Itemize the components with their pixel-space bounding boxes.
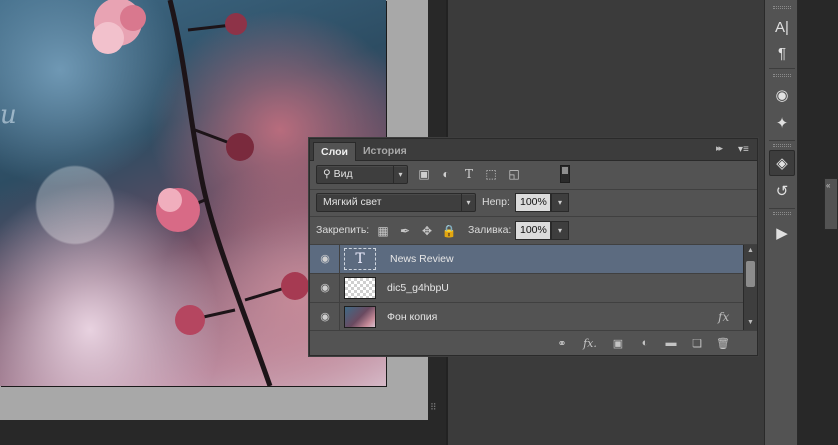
lock-label: Закрепить: [316,224,370,236]
blend-mode-select[interactable]: Мягкий свет ▾ [316,193,476,212]
chevron-down-icon: ▾ [461,194,475,211]
fill-slider-button[interactable]: ▾ [551,221,569,240]
eye-icon[interactable]: ◉ [318,282,332,294]
delete-layer-icon[interactable]: 🗑 [714,335,732,351]
new-layer-icon[interactable]: ❏ [688,335,706,351]
lock-all-icon[interactable]: 🔒 [442,224,457,238]
photo-layer-thumbnail [344,306,376,328]
type-filter-icon[interactable]: T [461,166,477,182]
tab-layers[interactable]: Слои [313,142,356,161]
link-layers-icon[interactable]: ⚭ [553,335,571,351]
layer-row-transparent[interactable]: ◉ dic5_g4hbpU [310,274,743,303]
lock-pixels-icon[interactable]: ✒ [398,224,412,238]
channels-icon[interactable]: ◉ [769,82,795,108]
dock-grip[interactable] [773,144,791,147]
shape-filter-icon[interactable]: ⬚ [483,166,499,182]
dock-grip[interactable] [773,212,791,215]
layer-row-photo[interactable]: ◉ Фон копия fx [310,303,743,330]
layer-name[interactable]: News Review [390,253,454,266]
layer-name[interactable]: dic5_g4hbpU [387,282,449,295]
eye-icon[interactable]: ◉ [318,311,332,323]
visibility-column-divider [339,245,340,274]
layer-name[interactable]: Фон копия [387,311,437,324]
tab-history[interactable]: История [356,142,414,161]
opacity-slider-button[interactable]: ▾ [551,193,569,212]
visibility-column-divider [339,274,340,303]
dock-grip[interactable] [773,6,791,9]
chevron-down-icon: ▾ [393,166,407,183]
filter-toggle-switch[interactable] [560,165,570,183]
opacity-label: Непр: [482,196,510,208]
fx-icon[interactable]: fx. [581,335,599,351]
layers-scrollbar[interactable]: ▲ ▼ [743,245,757,330]
visibility-column-divider [339,303,340,330]
actions-icon[interactable]: ▶ [769,220,795,246]
text-layer-thumbnail: T [344,248,376,270]
layers-list: ◉ T News Review ◉ dic5_g4hbpU ◉ Фон копи… [310,245,743,330]
image-filter-icon[interactable]: ▣ [416,166,432,182]
smart-object-filter-icon[interactable]: ◱ [506,166,522,182]
layer-filter-row: ⚲ Вид ▾ ▣ ◐ T ⬚ ◱ [310,161,757,190]
scroll-up-icon[interactable]: ▲ [747,247,754,254]
add-mask-icon[interactable]: ▣ [609,335,627,351]
search-icon: ⚲ [323,168,331,180]
panel-tab-bar: Слои История ▸▸ ▾≡ [310,139,757,161]
resize-grip-icon[interactable]: ⠿ [430,403,442,417]
adjustment-layer-icon[interactable]: ◐ [636,335,654,351]
dock-grip[interactable] [773,74,791,77]
fill-field[interactable]: 100% [515,221,551,240]
filter-kind-label: Вид [333,168,353,180]
layer-row-text[interactable]: ◉ T News Review [310,245,743,274]
lock-transparency-icon[interactable]: ▦ [376,224,390,238]
layers-panel: Слои История ▸▸ ▾≡ ⚲ Вид ▾ ▣ ◐ T ⬚ ◱ Мяг… [309,138,758,356]
character-icon[interactable]: A| [769,14,795,40]
history-icon[interactable]: ↺ [769,178,795,204]
dock-separator [769,68,795,69]
dock-separator [769,140,795,141]
collapsed-panel-dock: A| ¶ ◉ ✦ ◈ ↺ ▶ [764,0,798,445]
side-panel-tab-label: « [826,181,831,190]
adjustment-filter-icon[interactable]: ◐ [438,166,454,182]
blend-mode-value: Мягкий свет [323,196,382,208]
new-group-icon[interactable]: ▬ [662,335,680,351]
filter-kind-select[interactable]: ⚲ Вид ▾ [316,165,408,184]
scroll-thumb[interactable] [746,261,755,287]
paths-icon[interactable]: ✦ [769,110,795,136]
dock-separator [769,208,795,209]
layers-icon[interactable]: ◈ [769,150,795,176]
layers-bottom-bar: ⚭ fx. ▣ ◐ ▬ ❏ 🗑 [310,330,757,355]
lock-row: Закрепить: ▦ ✒ ✥ 🔒 Заливка: 100% ▾ [310,217,757,245]
scroll-down-icon[interactable]: ▼ [747,319,754,326]
eye-icon[interactable]: ◉ [318,253,332,265]
paragraph-icon[interactable]: ¶ [769,40,795,66]
blend-row: Мягкий свет ▾ Непр: 100% ▾ [310,190,757,217]
collapse-panel-icon[interactable]: ▸▸ [716,143,723,154]
lock-position-icon[interactable]: ✥ [420,224,434,238]
side-panel-tab[interactable]: « [824,178,838,230]
panel-menu-icon[interactable]: ▾≡ [738,142,756,157]
fill-label: Заливка: [468,224,512,236]
fx-icon[interactable]: fx [718,310,729,324]
opacity-field[interactable]: 100% [515,193,551,212]
transparent-layer-thumbnail [344,277,376,299]
canvas-script-text: u [0,100,17,130]
